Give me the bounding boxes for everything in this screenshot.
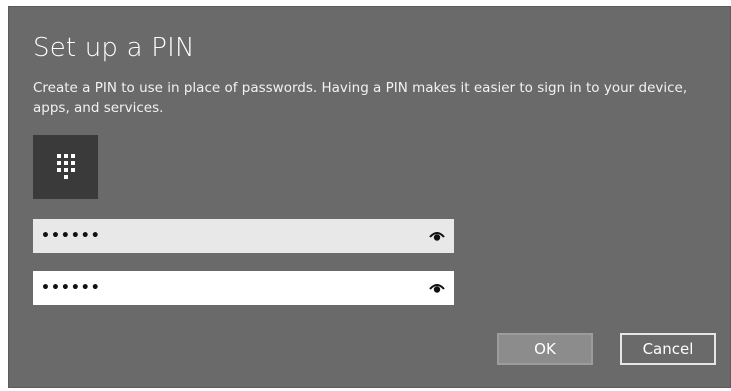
eye-icon[interactable] — [424, 275, 450, 301]
dialog-title: Set up a PIN — [33, 33, 195, 63]
confirm-pin-input[interactable]: •••••• — [33, 271, 454, 305]
pin-setup-dialog: Set up a PIN Create a PIN to use in plac… — [8, 6, 731, 388]
keypad-icon — [33, 135, 98, 199]
new-pin-input[interactable]: •••••• — [33, 219, 454, 253]
confirm-pin-value: •••••• — [41, 280, 101, 296]
ok-button[interactable]: OK — [497, 333, 593, 365]
cancel-button[interactable]: Cancel — [620, 333, 716, 365]
dialog-description: Create a PIN to use in place of password… — [33, 80, 688, 116]
new-pin-value: •••••• — [41, 228, 101, 244]
eye-icon[interactable] — [424, 223, 450, 249]
